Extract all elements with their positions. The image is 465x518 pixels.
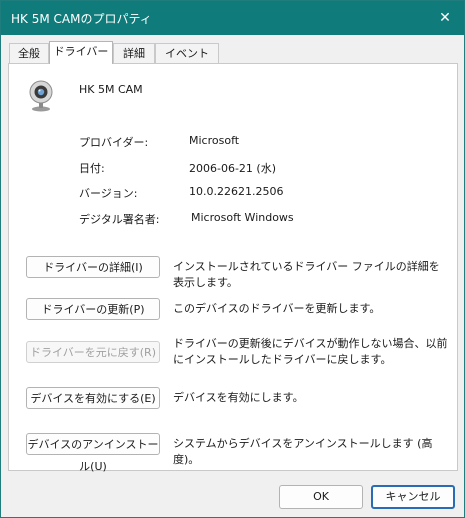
cancel-button[interactable]: キャンセル [371, 485, 455, 509]
driver-details-button[interactable]: ドライバーの詳細(I) [26, 256, 160, 278]
version-value: 10.0.22621.2506 [189, 185, 284, 198]
enable-device-button[interactable]: デバイスを有効にする(E) [26, 387, 160, 409]
properties-dialog: HK 5M CAMのプロパティ ✕ 全般 ドライバー 詳細 イベント HK 5M… [0, 0, 465, 518]
tab-general[interactable]: 全般 [9, 43, 49, 64]
signer-label: デジタル署名者: [79, 213, 160, 226]
driver-tab-panel: HK 5M CAM プロバイダー: Microsoft 日付: 2006-06-… [8, 63, 458, 473]
date-value: 2006-06-21 (水) [189, 162, 277, 175]
signer-value: Microsoft Windows [191, 211, 294, 224]
date-label: 日付: [79, 162, 105, 175]
uninstall-device-button[interactable]: デバイスのアンインストール(U) [26, 433, 160, 473]
tab-driver[interactable]: ドライバー [49, 41, 113, 64]
window-title: HK 5M CAMのプロパティ [11, 12, 152, 26]
tab-events[interactable]: イベント [155, 43, 219, 64]
version-label: バージョン: [79, 187, 138, 200]
ok-button[interactable]: OK [279, 485, 363, 509]
rollback-driver-button[interactable]: ドライバーを元に戻す(R) [26, 341, 160, 363]
close-icon[interactable]: ✕ [432, 6, 458, 30]
provider-value: Microsoft [189, 134, 240, 147]
device-name: HK 5M CAM [79, 83, 143, 96]
title-bar[interactable]: HK 5M CAMのプロパティ ✕ [1, 1, 464, 35]
provider-label: プロバイダー: [79, 136, 149, 149]
driver-details-description: インストールされているドライバー ファイルの詳細を表示します。 [173, 260, 440, 289]
webcam-icon [27, 80, 55, 112]
update-driver-button[interactable]: ドライバーの更新(P) [26, 298, 160, 320]
tab-details[interactable]: 詳細 [113, 43, 155, 64]
update-driver-description: このデバイスのドライバーを更新します。 [173, 302, 381, 315]
enable-device-description: デバイスを有効にします。 [173, 391, 304, 404]
uninstall-device-description: システムからデバイスをアンインストールします (高度)。 [173, 437, 433, 466]
rollback-driver-description: ドライバーの更新後にデバイスが動作しない場合、以前にインストールしたドライバーに… [173, 337, 448, 366]
